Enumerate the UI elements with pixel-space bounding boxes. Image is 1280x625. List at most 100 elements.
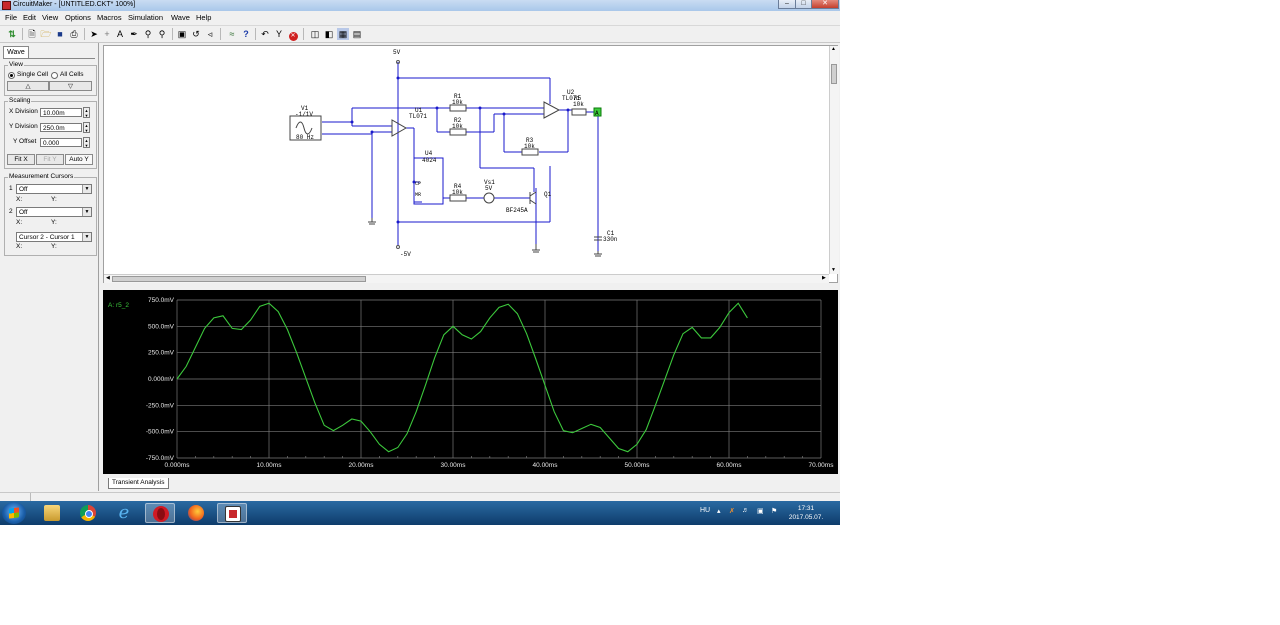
tab-transient-analysis[interactable]: Transient Analysis: [108, 478, 169, 489]
trace-label: A: r5_2: [108, 302, 129, 309]
probe-tool-icon[interactable]: ✒: [128, 28, 140, 40]
u4-name: U4: [425, 150, 433, 157]
network-alert-icon[interactable]: ✗: [729, 507, 735, 515]
wave-panel: Wave View Single Cell All Cells △ ▽ Scal…: [0, 43, 99, 491]
minimize-button[interactable]: –: [778, 0, 796, 9]
wire-tool-icon[interactable]: +: [101, 28, 113, 40]
step-icon[interactable]: Υ: [273, 28, 285, 40]
circuitmaker-taskbar-button[interactable]: [217, 503, 247, 523]
cursor-diff-select[interactable]: Cursor 2 - Cursor 1 ▼: [16, 232, 92, 242]
new-file-icon[interactable]: 🗎: [26, 28, 38, 40]
circuitmaker-icon: [225, 506, 241, 522]
clock-time: 17:31: [797, 505, 815, 512]
chevron-down-icon: ▼: [82, 185, 91, 193]
y-offset-field[interactable]: 0.000: [40, 138, 82, 147]
mirror-icon[interactable]: ◃: [204, 28, 216, 40]
action-center-flag-icon[interactable]: ⚑: [771, 507, 777, 515]
y-tick-label: 0.000mV: [148, 376, 175, 383]
u4-cp-pin: CP: [415, 181, 421, 187]
save-icon[interactable]: ■: [54, 28, 66, 40]
volume-icon[interactable]: ♬: [742, 507, 749, 514]
y-division-field[interactable]: 250.0m: [40, 123, 82, 132]
horizontal-scroll-thumb[interactable]: [112, 276, 366, 282]
cell-up-button[interactable]: △: [7, 81, 49, 91]
menu-wave[interactable]: Wave: [171, 13, 190, 22]
reset-icon[interactable]: ↶: [259, 28, 271, 40]
waveform-view-icon[interactable]: ▦: [337, 28, 349, 40]
waveform-tabs: Transient Analysis: [103, 476, 838, 490]
vs1-value: 5V: [485, 185, 493, 192]
fit-x-button[interactable]: Fit X: [7, 154, 35, 165]
scroll-left-icon[interactable]: ◀: [106, 275, 110, 281]
cursor1-select[interactable]: Off ▼: [16, 184, 92, 194]
menu-help[interactable]: Help: [196, 13, 211, 22]
circuitmaker-app-icon[interactable]: [2, 1, 11, 10]
x-tick-label: 40.00ms: [533, 462, 559, 469]
print-icon[interactable]: ⎙: [68, 28, 80, 40]
measurement-cursors-label: Measurement Cursors: [8, 173, 75, 180]
cursor2-select[interactable]: Off ▼: [16, 207, 92, 217]
language-indicator[interactable]: HU: [700, 507, 710, 514]
internet-explorer-icon: e: [118, 502, 130, 523]
x-tick-label: 10.00ms: [257, 462, 283, 469]
arrow-tool-icon[interactable]: ➤: [88, 28, 100, 40]
zoom-in-icon[interactable]: ⚲: [142, 28, 154, 40]
rotate-icon[interactable]: ↺: [190, 28, 202, 40]
split-view-icon[interactable]: ▤: [351, 28, 363, 40]
firefox-taskbar-button[interactable]: [181, 503, 211, 523]
menu-edit[interactable]: Edit: [23, 13, 36, 22]
taskbar-clock[interactable]: 17:31 2017.05.07.: [786, 504, 826, 522]
chrome-taskbar-button[interactable]: [73, 503, 103, 523]
menu-simulation[interactable]: Simulation: [128, 13, 163, 22]
opera-taskbar-button[interactable]: [145, 503, 175, 523]
fit-y-button[interactable]: Fit Y: [36, 154, 64, 165]
waveform-plot[interactable]: 0.000ms 10.00ms 20.00ms 30.00ms 40.00ms 50.00…: [103, 290, 838, 474]
text-tool-icon[interactable]: A: [114, 28, 126, 40]
schematic-canvas[interactable]: 5V -5V V1 -1/1V 80 Hz U1 TL071 R1 10k R2…: [103, 45, 838, 283]
x-division-spinner[interactable]: ▲ ▼: [83, 107, 90, 118]
y-tick-label: -500.0mV: [146, 429, 175, 436]
windows-taskbar: e HU ▴ ✗ ♬ ▣ ⚑ 17:31 2017.05.07.: [0, 501, 840, 525]
schematic-horizontal-scrollbar[interactable]: ◀ ▶: [104, 274, 829, 283]
display-icon[interactable]: ▣: [757, 507, 764, 515]
y-offset-spinner[interactable]: ▲ ▼: [83, 137, 90, 148]
all-cells-radio[interactable]: [51, 72, 58, 79]
scaling-group: Scaling X Division 10.00m ▲ ▼ Y Division …: [4, 97, 97, 169]
stop-icon[interactable]: ✕: [287, 28, 299, 41]
analysis-icon[interactable]: ◧: [323, 28, 335, 40]
close-button[interactable]: ✕: [811, 0, 839, 9]
zoom-out-icon[interactable]: ⚲: [156, 28, 168, 40]
start-button[interactable]: [2, 502, 26, 524]
vertical-scroll-thumb[interactable]: [831, 64, 837, 84]
fit-view-icon[interactable]: ▣: [176, 28, 188, 40]
cursor-diff-select-value: Cursor 2 - Cursor 1: [19, 234, 75, 241]
probe-label: A: [595, 110, 599, 117]
clock-date: 2017.05.07.: [788, 514, 824, 521]
scroll-up-icon[interactable]: ▲: [831, 46, 836, 52]
maximize-button[interactable]: □: [795, 0, 812, 9]
digital-sim-icon[interactable]: ≈: [226, 28, 238, 40]
cursor1-x-label: X:: [16, 196, 23, 203]
q1-part: BF245A: [506, 207, 528, 214]
help-icon[interactable]: ?: [240, 28, 252, 40]
ie-taskbar-button[interactable]: e: [109, 503, 139, 523]
explorer-taskbar-button[interactable]: [37, 503, 67, 523]
auto-y-button[interactable]: Auto Y: [65, 154, 93, 165]
schematic-vertical-scrollbar[interactable]: ▲ ▼: [829, 46, 839, 274]
chrome-icon: [80, 505, 96, 521]
cell-down-button[interactable]: ▽: [49, 81, 92, 91]
trace-icon[interactable]: ◫: [309, 28, 321, 40]
y-division-spinner[interactable]: ▲ ▼: [83, 122, 90, 133]
show-hidden-icons-icon[interactable]: ▴: [717, 507, 721, 515]
x-division-field[interactable]: 10.00m: [40, 108, 82, 117]
single-cell-radio[interactable]: [8, 72, 15, 79]
menu-file[interactable]: File: [5, 13, 17, 22]
scroll-down-icon[interactable]: ▼: [831, 267, 836, 273]
open-folder-icon[interactable]: 🗁: [40, 28, 52, 40]
menu-macros[interactable]: Macros: [97, 13, 122, 22]
scroll-right-icon[interactable]: ▶: [822, 275, 826, 281]
folder-icon: [44, 505, 60, 521]
menu-options[interactable]: Options: [65, 13, 91, 22]
menu-view[interactable]: View: [42, 13, 58, 22]
component-icon[interactable]: ⇅: [6, 28, 18, 40]
